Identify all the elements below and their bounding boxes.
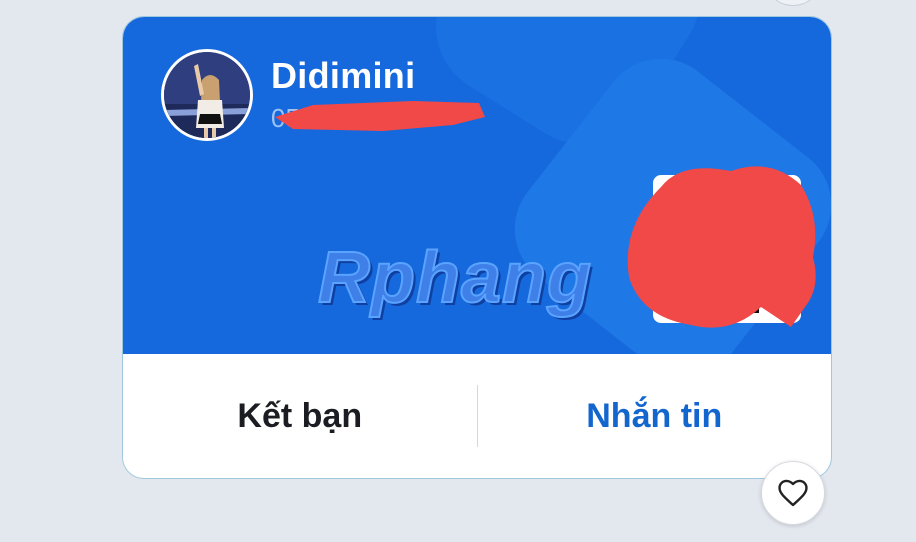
top-round-button-partial[interactable] bbox=[770, 0, 816, 6]
profile-screen: Didimini 05 07 Rphang bbox=[0, 0, 916, 542]
profile-card: Didimini 05 07 Rphang bbox=[122, 16, 832, 479]
react-button[interactable] bbox=[761, 461, 825, 525]
watermark: Rphang bbox=[317, 237, 592, 319]
profile-actions: Kết bạn Nhắn tin bbox=[123, 354, 831, 478]
redaction-mark bbox=[627, 166, 816, 328]
heart-outline-icon bbox=[778, 479, 808, 507]
profile-name: Didimini bbox=[271, 55, 416, 96]
avatar[interactable] bbox=[161, 49, 253, 141]
add-friend-button[interactable]: Kết bạn bbox=[123, 397, 477, 436]
profile-card-header: Didimini 05 07 Rphang bbox=[123, 17, 831, 354]
redaction-mark bbox=[275, 101, 485, 131]
message-button[interactable]: Nhắn tin bbox=[478, 397, 832, 436]
